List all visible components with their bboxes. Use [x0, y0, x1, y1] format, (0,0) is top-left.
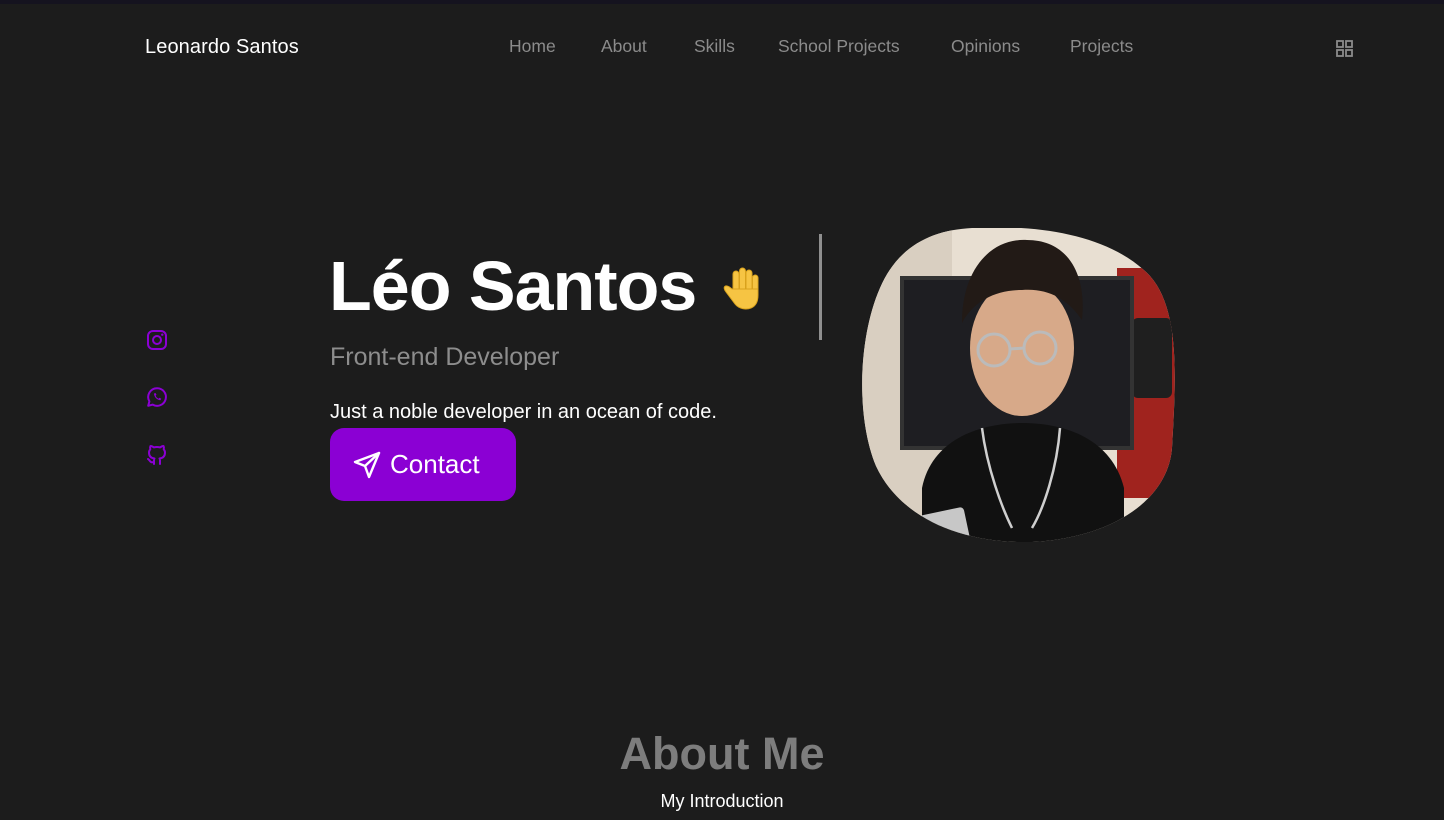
whatsapp-icon[interactable]	[145, 385, 169, 409]
hero-tagline: Just a noble developer in an ocean of co…	[330, 401, 717, 423]
nav-about[interactable]: About	[601, 36, 647, 57]
github-icon[interactable]	[145, 443, 169, 467]
nav-projects[interactable]: Projects	[1070, 36, 1133, 57]
nav-school-projects[interactable]: School Projects	[778, 36, 900, 57]
send-icon	[353, 451, 381, 479]
instagram-icon[interactable]	[145, 328, 169, 352]
hero-name: Léo Santos	[329, 247, 697, 325]
contact-button[interactable]: Contact	[330, 428, 516, 501]
grid-menu-icon[interactable]	[1336, 40, 1353, 57]
profile-photo	[862, 228, 1175, 542]
hero-divider	[819, 234, 822, 340]
contact-button-label: Contact	[390, 449, 480, 479]
about-subtitle: My Introduction	[660, 791, 784, 811]
nav-home[interactable]: Home	[509, 36, 556, 57]
main-nav: Home About Skills School Projects Opinio…	[0, 36, 1444, 62]
waving-hand-icon	[723, 267, 759, 310]
top-edge	[0, 0, 1444, 4]
about-title: About Me	[619, 728, 825, 779]
hero-subtitle: Front-end Developer	[330, 343, 560, 371]
nav-skills[interactable]: Skills	[694, 36, 735, 57]
nav-opinions[interactable]: Opinions	[951, 36, 1020, 57]
